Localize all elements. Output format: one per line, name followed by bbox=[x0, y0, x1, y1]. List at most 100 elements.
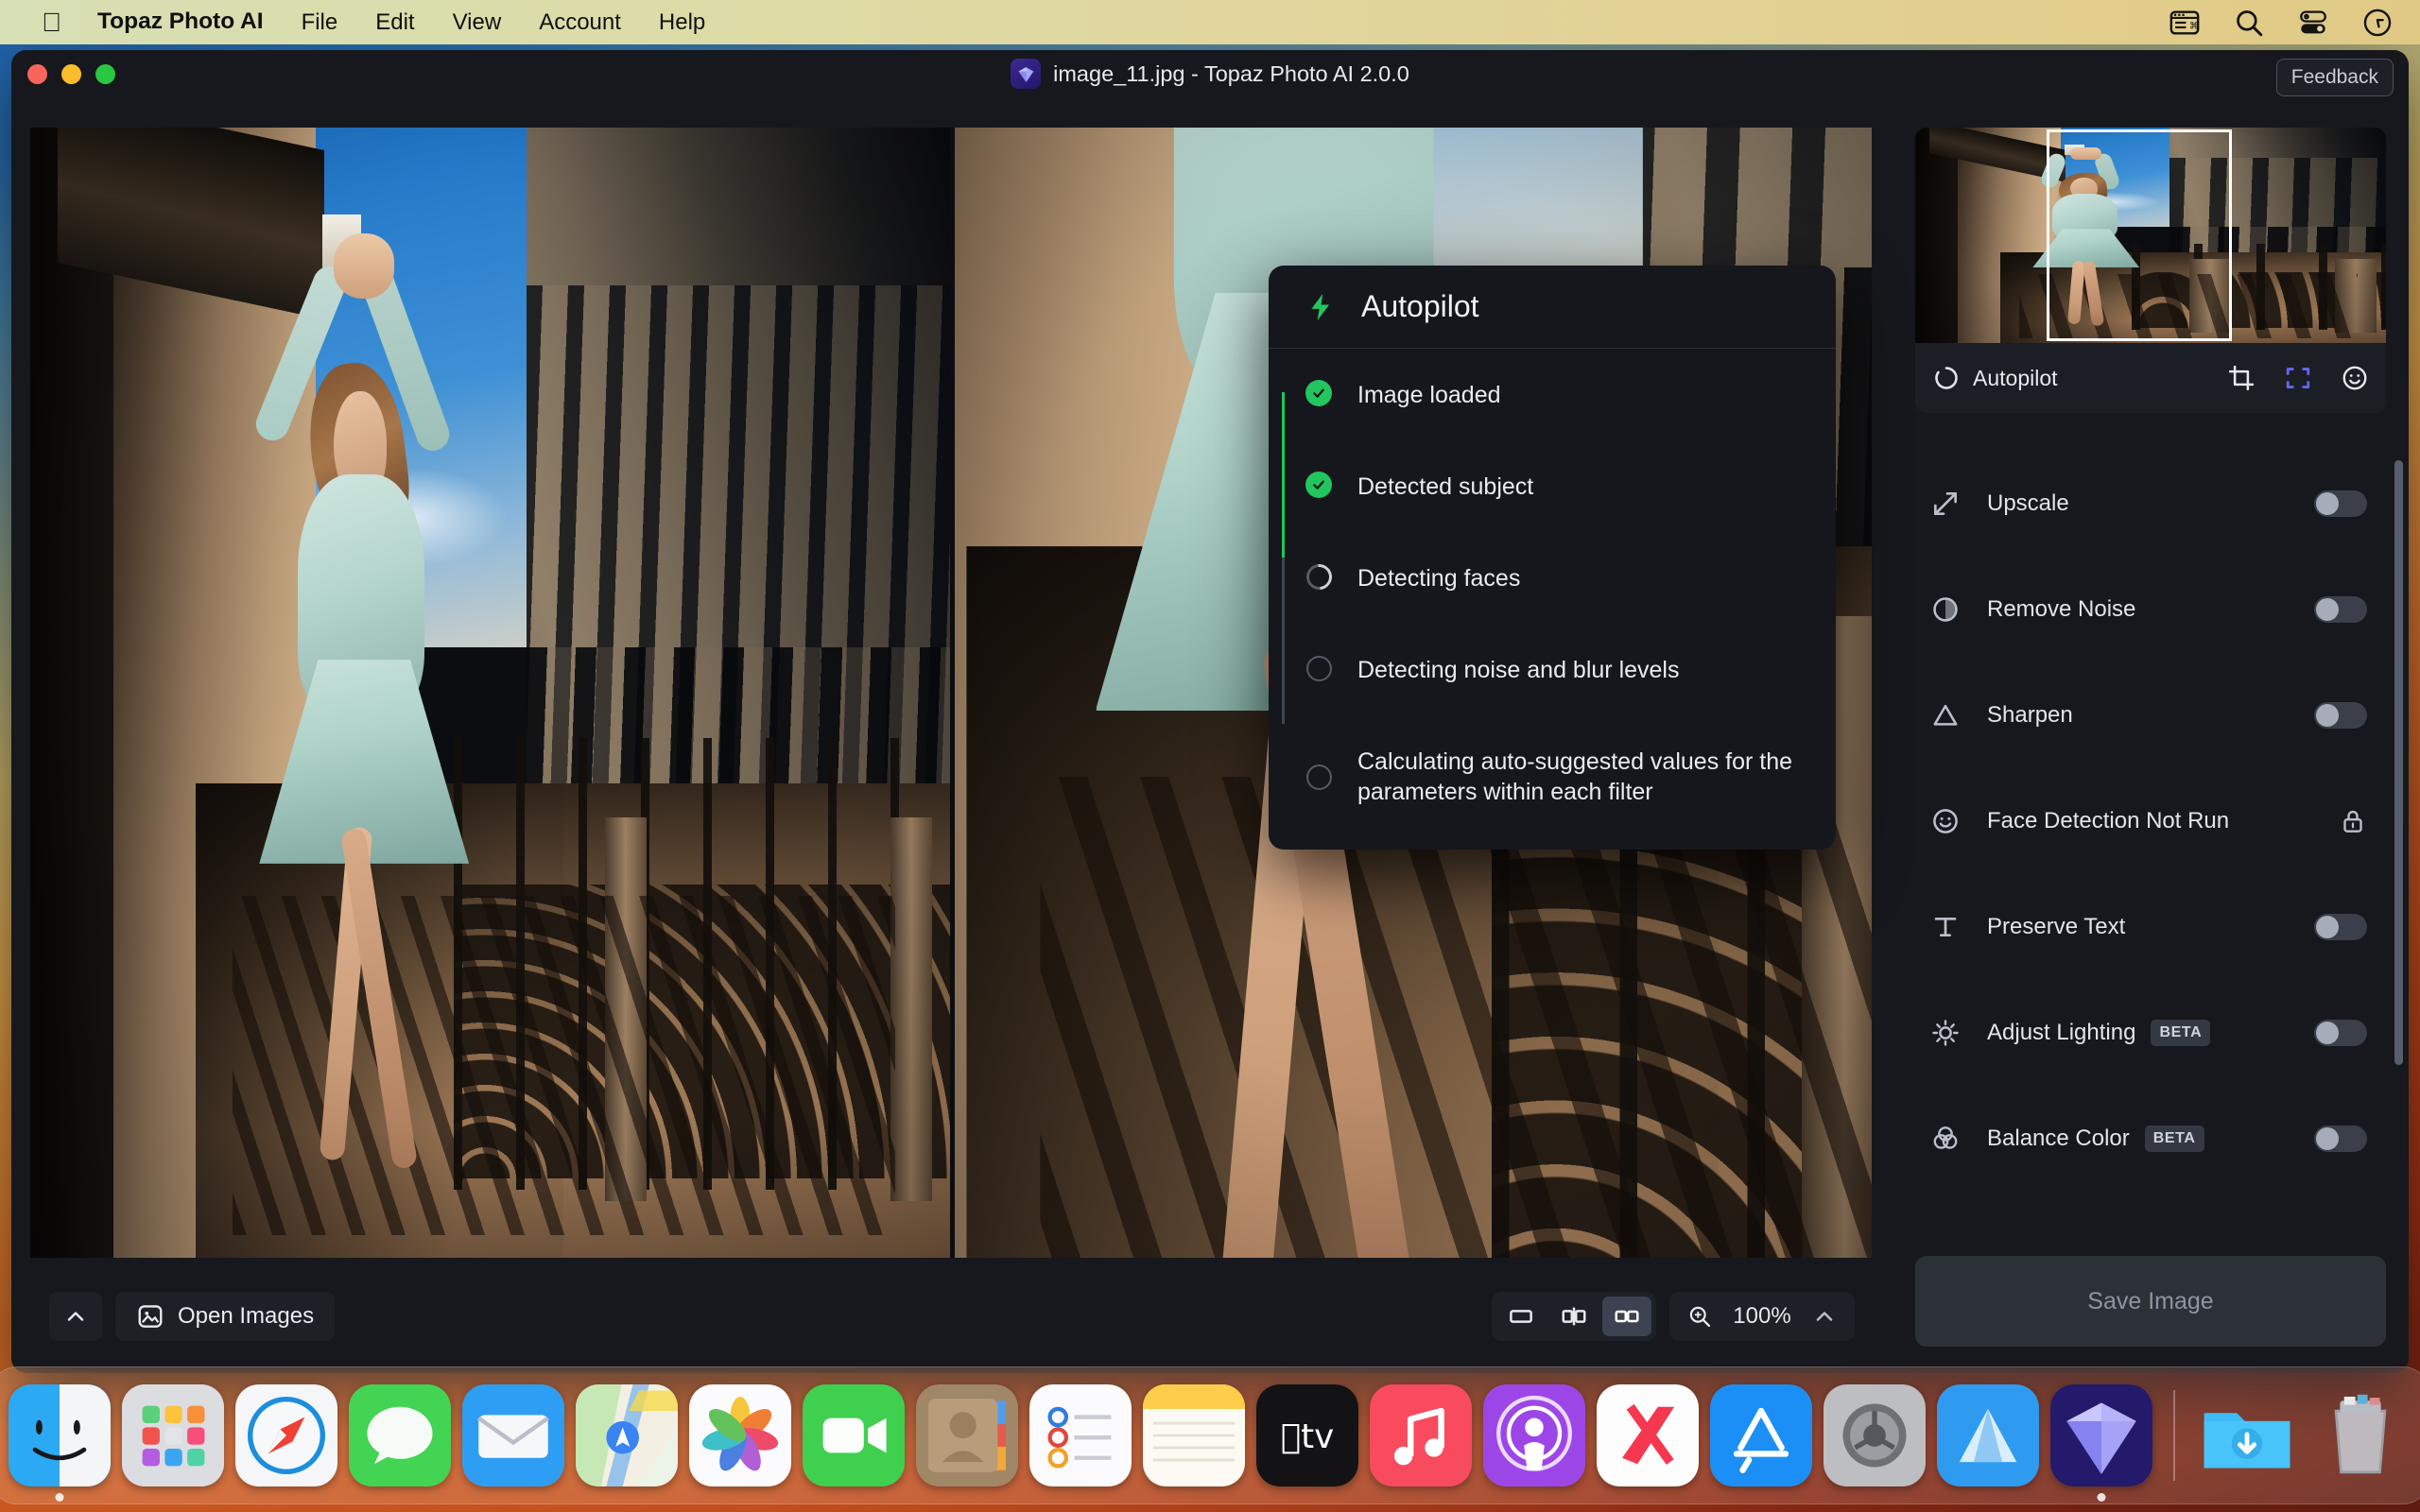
shortcuts-icon[interactable]: ⌘ bbox=[2169, 7, 2201, 39]
menu-view[interactable]: View bbox=[434, 11, 521, 34]
control-center-icon[interactable] bbox=[2297, 7, 2329, 39]
dock-item-maps[interactable] bbox=[576, 1384, 678, 1486]
dock-item-appstore[interactable] bbox=[1710, 1384, 1812, 1486]
feedback-button[interactable]: Feedback bbox=[2276, 59, 2394, 96]
appstore-icon bbox=[1710, 1384, 1812, 1486]
filter-toggle-preserve-text[interactable] bbox=[2314, 914, 2367, 940]
finder-icon bbox=[9, 1384, 111, 1486]
clock-icon[interactable] bbox=[2361, 7, 2394, 39]
topaz-gem-icon bbox=[2050, 1384, 2152, 1486]
single-view-icon[interactable] bbox=[1496, 1297, 1546, 1336]
filter-row-adjust-lighting[interactable]: Adjust Lighting BETA bbox=[1893, 980, 2409, 1086]
messages-icon bbox=[349, 1384, 451, 1486]
face-recovery-icon[interactable] bbox=[2341, 364, 2369, 392]
dock-item-mail[interactable] bbox=[462, 1384, 564, 1486]
dock-item-reminders[interactable] bbox=[1029, 1384, 1132, 1486]
reminders-icon bbox=[1029, 1384, 1132, 1486]
dock-item-podcasts[interactable] bbox=[1483, 1384, 1585, 1486]
filter-label-face-detection: Face Detection Not Run bbox=[1987, 808, 2229, 834]
dock-item-system-settings[interactable] bbox=[1824, 1384, 1926, 1486]
lock-icon[interactable] bbox=[2339, 807, 2367, 835]
navigator-toolbar: Autopilot bbox=[1915, 343, 2386, 413]
dock-item-trash[interactable] bbox=[2309, 1384, 2411, 1486]
filter-toggle-remove-noise[interactable] bbox=[2314, 596, 2367, 623]
step-label: Detecting noise and blur levels bbox=[1357, 654, 1679, 685]
side-by-side-view-icon[interactable] bbox=[1602, 1297, 1651, 1336]
step-label: Calculating auto-suggested values for th… bbox=[1357, 746, 1800, 807]
filter-row-remove-noise[interactable]: Remove Noise bbox=[1893, 557, 2409, 662]
window-title-area: image_11.jpg - Topaz Photo AI 2.0.0 bbox=[11, 59, 2409, 89]
dock-item-facetime[interactable] bbox=[803, 1384, 905, 1486]
system-settings-icon bbox=[1824, 1384, 1926, 1486]
running-indicator bbox=[2098, 1493, 2106, 1502]
zoom-control[interactable]: 100% bbox=[1669, 1292, 1855, 1341]
dock-item-notes[interactable] bbox=[1143, 1384, 1245, 1486]
filter-row-preserve-text[interactable]: Preserve Text bbox=[1893, 874, 2409, 980]
beta-badge: BETA bbox=[2151, 1020, 2210, 1046]
save-image-button[interactable]: Save Image bbox=[1915, 1256, 2386, 1347]
filter-toggle-adjust-lighting[interactable] bbox=[2314, 1020, 2367, 1046]
text-t-icon bbox=[1925, 912, 1966, 942]
noise-circle-icon bbox=[1925, 594, 1966, 625]
select-subject-icon[interactable] bbox=[2284, 364, 2312, 392]
step-status-spinner-icon bbox=[1305, 562, 1333, 591]
filters-scrollbar[interactable] bbox=[2394, 460, 2403, 1065]
macos-dock: tv bbox=[0, 1366, 2420, 1504]
view-mode-segmented-control bbox=[1492, 1292, 1656, 1341]
chevron-up-icon bbox=[62, 1303, 89, 1330]
menu-edit[interactable]: Edit bbox=[356, 11, 433, 34]
notes-icon bbox=[1143, 1384, 1245, 1486]
collapse-filmstrip-button[interactable] bbox=[49, 1292, 102, 1341]
upscale-arrow-icon bbox=[1925, 489, 1966, 519]
contacts-icon bbox=[916, 1384, 1018, 1486]
dock-item-appletv[interactable]: tv bbox=[1256, 1384, 1358, 1486]
appletv-icon: tv bbox=[1256, 1384, 1358, 1486]
dock-item-gigapixel[interactable] bbox=[1937, 1384, 2039, 1486]
dock-item-safari[interactable] bbox=[235, 1384, 337, 1486]
menu-app-name[interactable]: Topaz Photo AI bbox=[78, 10, 283, 34]
filter-row-upscale[interactable]: Upscale bbox=[1893, 451, 2409, 557]
menu-file[interactable]: File bbox=[283, 11, 357, 34]
dock-item-topaz-photo-ai[interactable] bbox=[2050, 1384, 2152, 1486]
dock-item-downloads[interactable] bbox=[2196, 1384, 2298, 1486]
filter-row-sharpen[interactable]: Sharpen bbox=[1893, 662, 2409, 768]
original-image-pane[interactable] bbox=[30, 128, 950, 1258]
autopilot-step: Calculating auto-suggested values for th… bbox=[1305, 746, 1800, 812]
filter-row-face-detection[interactable]: Face Detection Not Run bbox=[1893, 768, 2409, 874]
menu-account[interactable]: Account bbox=[520, 11, 640, 34]
dock-item-finder[interactable] bbox=[9, 1384, 111, 1486]
open-images-label: Open Images bbox=[178, 1303, 314, 1330]
filter-label-adjust-lighting: Adjust Lighting bbox=[1987, 1020, 2135, 1046]
chevron-up-icon[interactable] bbox=[1811, 1303, 1838, 1330]
menu-help[interactable]: Help bbox=[640, 11, 724, 34]
apple-logo-icon[interactable]:  bbox=[25, 9, 78, 36]
filter-toggle-balance-color[interactable] bbox=[2314, 1125, 2367, 1152]
navigator-thumbnail[interactable] bbox=[1915, 128, 2386, 343]
traffic-light-buttons bbox=[11, 64, 115, 84]
search-icon[interactable] bbox=[2233, 7, 2265, 39]
step-label: Image loaded bbox=[1357, 379, 1501, 410]
view-tools: 100% bbox=[1492, 1292, 1855, 1341]
autopilot-dialog-title: Autopilot bbox=[1361, 289, 1479, 324]
dock-item-photos[interactable] bbox=[689, 1384, 791, 1486]
zoom-button[interactable] bbox=[95, 64, 115, 84]
beta-badge: BETA bbox=[2145, 1125, 2204, 1152]
close-button[interactable] bbox=[27, 64, 47, 84]
open-images-button[interactable]: Open Images bbox=[115, 1292, 335, 1341]
filter-label-sharpen: Sharpen bbox=[1987, 702, 2073, 729]
filter-row-balance-color[interactable]: Balance Color BETA bbox=[1893, 1086, 2409, 1192]
minimize-button[interactable] bbox=[61, 64, 81, 84]
dock-item-messages[interactable] bbox=[349, 1384, 451, 1486]
split-view-icon[interactable] bbox=[1549, 1297, 1599, 1336]
filter-label-preserve-text: Preserve Text bbox=[1987, 914, 2125, 940]
bottom-toolbar: Open Images bbox=[11, 1260, 1893, 1373]
filter-toggle-upscale[interactable] bbox=[2314, 490, 2367, 517]
dock-item-music[interactable] bbox=[1370, 1384, 1472, 1486]
dock-item-contacts[interactable] bbox=[916, 1384, 1018, 1486]
filter-toggle-sharpen[interactable] bbox=[2314, 702, 2367, 729]
dock-item-news[interactable] bbox=[1597, 1384, 1699, 1486]
crop-icon[interactable] bbox=[2227, 364, 2256, 392]
filters-list: Upscale Remove Noise bbox=[1893, 451, 2409, 1256]
dock-item-launchpad[interactable] bbox=[122, 1384, 224, 1486]
filter-label-remove-noise: Remove Noise bbox=[1987, 596, 2135, 623]
